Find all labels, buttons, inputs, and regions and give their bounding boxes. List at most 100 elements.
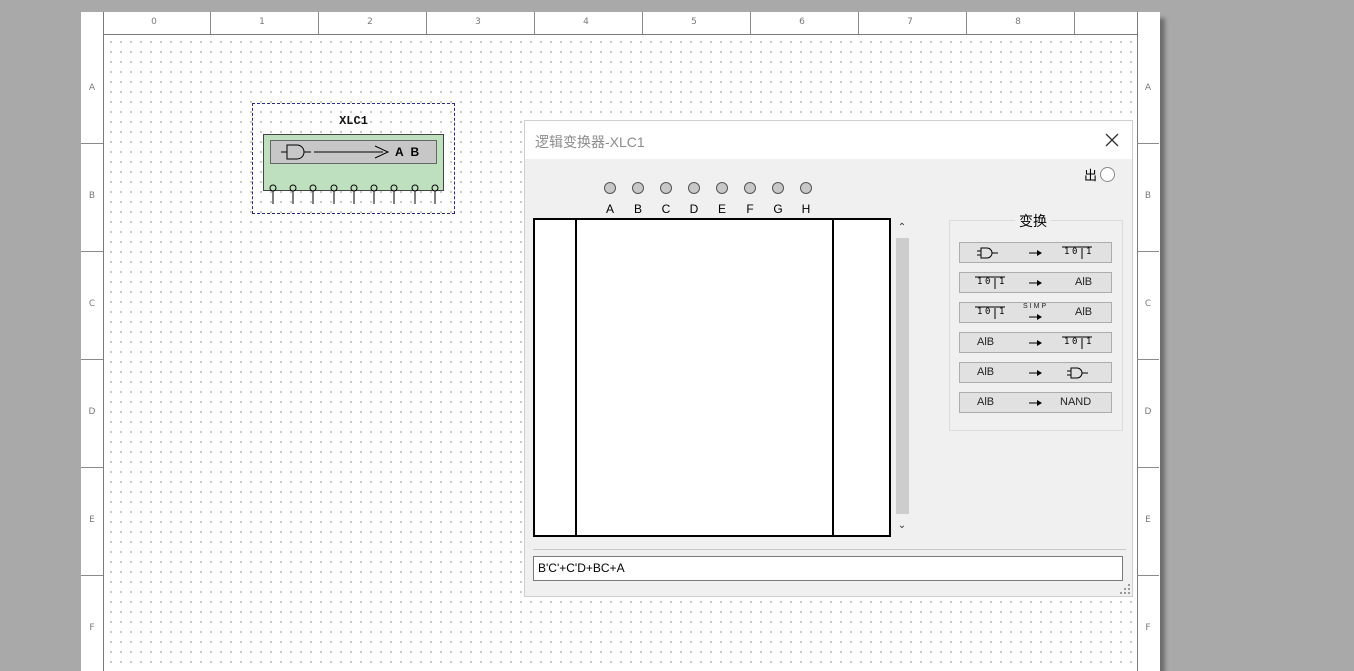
component-body[interactable]: A B bbox=[263, 134, 444, 191]
component-pins[interactable] bbox=[253, 184, 456, 214]
truth-table-scrollbar[interactable]: ⌃ ⌄ bbox=[895, 222, 909, 535]
ruler-tick bbox=[81, 575, 103, 576]
nand-label: NAND bbox=[1060, 396, 1092, 408]
input-terminal-c[interactable] bbox=[660, 182, 672, 194]
logic-converter-component[interactable]: XLC1 A B bbox=[252, 103, 455, 214]
input-terminal-h[interactable] bbox=[800, 182, 812, 194]
truth-table-icon-digit: 1 bbox=[999, 277, 1005, 287]
ruler-tick bbox=[858, 12, 859, 34]
ruler-col-label: 5 bbox=[691, 17, 697, 27]
ruler-tick bbox=[642, 12, 643, 34]
truth-table-icon-digit: 0 bbox=[1072, 247, 1078, 257]
input-terminal-b[interactable] bbox=[632, 182, 644, 194]
ruler-col-label: 3 bbox=[475, 17, 481, 27]
ruler-row-label: E bbox=[1145, 515, 1151, 525]
truth-table-icon-digit: 1 bbox=[1086, 337, 1092, 347]
algebra-label: AlB bbox=[1075, 276, 1093, 288]
component-ref-label: XLC1 bbox=[339, 114, 368, 128]
ruler-tick bbox=[534, 12, 535, 34]
close-icon bbox=[1105, 133, 1119, 147]
ruler-row-label: A bbox=[1144, 83, 1152, 93]
expression-to-circuit-button[interactable]: AlB bbox=[959, 362, 1112, 383]
separator bbox=[533, 549, 1126, 550]
scroll-down-icon[interactable]: ⌄ bbox=[895, 520, 909, 532]
input-label-b: B bbox=[633, 202, 642, 216]
truth-table-icon-digit: 1 bbox=[999, 307, 1005, 317]
ruler-col-label: 2 bbox=[367, 17, 373, 27]
close-button[interactable] bbox=[1100, 129, 1124, 151]
ruler-left bbox=[81, 12, 104, 671]
output-terminal[interactable] bbox=[1100, 167, 1115, 182]
dialog-title: 逻辑变换器-XLC1 bbox=[535, 134, 645, 150]
expression-input[interactable]: B'C'+C'D+BC+A bbox=[533, 556, 1123, 581]
conversions-title: 变换 bbox=[1015, 211, 1051, 231]
input-terminal-d[interactable] bbox=[688, 182, 700, 194]
algebra-label: AlB bbox=[977, 396, 995, 408]
truth-table[interactable] bbox=[533, 218, 891, 537]
resize-grip-icon[interactable] bbox=[1120, 584, 1130, 594]
input-terminal-a[interactable] bbox=[604, 182, 616, 194]
scroll-up-icon[interactable]: ⌃ bbox=[895, 222, 909, 234]
truth-table-icon-digit: 1 bbox=[1086, 247, 1092, 257]
ruler-row-label: B bbox=[1144, 191, 1152, 201]
truth-table-divider bbox=[832, 220, 834, 535]
ruler-row-label: C bbox=[1144, 299, 1152, 309]
input-terminal-g[interactable] bbox=[772, 182, 784, 194]
ruler-top bbox=[81, 12, 1159, 35]
ruler-row-label: C bbox=[88, 299, 96, 309]
algebra-label: AlB bbox=[1075, 306, 1093, 318]
ruler-tick bbox=[1137, 467, 1159, 468]
ruler-tick bbox=[81, 143, 103, 144]
gate-to-truth-table-button[interactable]: 1 0 1 bbox=[959, 242, 1112, 263]
input-terminal-f[interactable] bbox=[744, 182, 756, 194]
ruler-row-label: F bbox=[1145, 623, 1151, 633]
ruler-tick bbox=[210, 12, 211, 34]
component-display-text: A B bbox=[395, 145, 422, 159]
ruler-tick bbox=[1137, 143, 1159, 144]
scrollbar-track[interactable] bbox=[896, 238, 909, 514]
ruler-right bbox=[1137, 12, 1160, 671]
ruler-tick bbox=[1137, 251, 1159, 252]
truth-table-to-simplified-expression-button[interactable]: 1 0 1 SIMP AlB bbox=[959, 302, 1112, 323]
algebra-label: AlB bbox=[977, 336, 995, 348]
truth-table-icon-digit: 0 bbox=[1072, 337, 1078, 347]
component-display: A B bbox=[270, 140, 437, 164]
ruler-col-label: 6 bbox=[799, 17, 805, 27]
ruler-row-label: D bbox=[88, 407, 96, 417]
input-terminal-e[interactable] bbox=[716, 182, 728, 194]
ruler-tick bbox=[81, 359, 103, 360]
ruler-row-label: F bbox=[89, 623, 95, 633]
input-label-a: A bbox=[605, 202, 614, 216]
truth-table-icon-digit: 1 bbox=[1064, 337, 1070, 347]
ruler-col-label: 4 bbox=[583, 17, 589, 27]
input-label-f: F bbox=[746, 202, 754, 216]
ruler-tick bbox=[1137, 575, 1159, 576]
input-label-h: H bbox=[801, 202, 811, 216]
input-label-d: D bbox=[689, 202, 699, 216]
ruler-tick bbox=[426, 12, 427, 34]
expression-to-truth-table-button[interactable]: AlB 1 0 1 bbox=[959, 332, 1112, 353]
conversions-group: 变换 1 0 1 1 0 1 AlB 1 0 1 SIMP AlB AlB 1 … bbox=[949, 211, 1123, 431]
expression-to-nand-button[interactable]: AlB NAND bbox=[959, 392, 1112, 413]
input-label-g: G bbox=[773, 202, 783, 216]
ruler-row-label: D bbox=[1144, 407, 1152, 417]
input-label-e: E bbox=[717, 202, 726, 216]
ruler-tick bbox=[1074, 12, 1075, 34]
ruler-tick bbox=[318, 12, 319, 34]
truth-table-icon-digit: 0 bbox=[985, 277, 991, 287]
logic-converter-dialog[interactable]: 逻辑变换器-XLC1 出 A B C D E F G H ⌃ ⌄ 变换 1 0 … bbox=[524, 120, 1133, 597]
ruler-col-label: 0 bbox=[151, 17, 157, 27]
truth-table-icon-digit: 1 bbox=[977, 307, 983, 317]
dialog-titlebar[interactable]: 逻辑变换器-XLC1 bbox=[525, 121, 1132, 159]
truth-table-to-expression-button[interactable]: 1 0 1 AlB bbox=[959, 272, 1112, 293]
ruler-col-label: 8 bbox=[1015, 17, 1021, 27]
truth-table-icon-digit: 1 bbox=[977, 277, 983, 287]
ruler-row-label: B bbox=[88, 191, 96, 201]
ruler-row-label: E bbox=[89, 515, 95, 525]
algebra-label: AlB bbox=[977, 366, 995, 378]
ruler-row-label: A bbox=[88, 83, 96, 93]
ruler-tick bbox=[81, 251, 103, 252]
truth-table-icon-digit: 0 bbox=[985, 307, 991, 317]
truth-table-divider bbox=[575, 220, 577, 535]
ruler-col-label: 7 bbox=[907, 17, 913, 27]
